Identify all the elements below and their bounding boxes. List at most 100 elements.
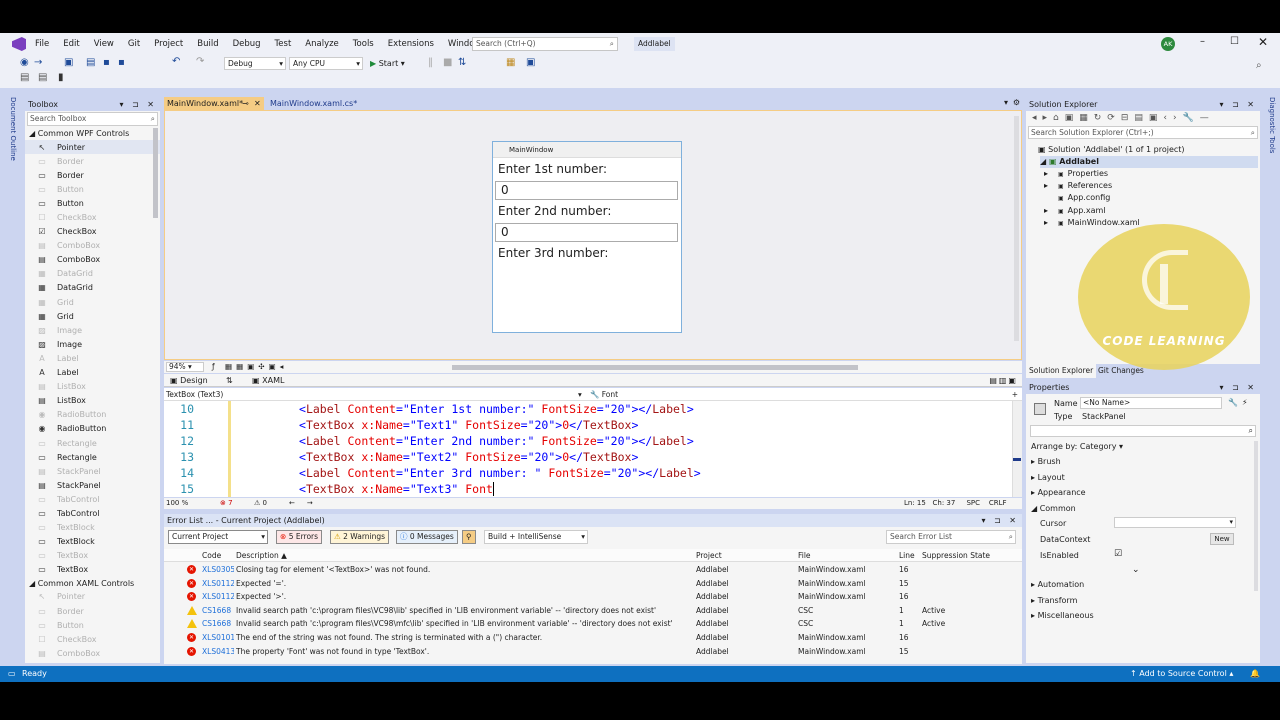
panel-controls[interactable]: ▾ ⊐ ✕: [981, 514, 1019, 527]
menu-project[interactable]: Project: [147, 39, 190, 49]
toolbox-item-stackpanel[interactable]: ▤ StackPanel: [25, 464, 160, 478]
expand-arrow-icon[interactable]: ▸: [1044, 205, 1058, 217]
menu-file[interactable]: File: [28, 39, 56, 49]
notification-icon[interactable]: 🔔: [1250, 666, 1260, 682]
menu-git[interactable]: Git: [121, 39, 147, 49]
menu-test[interactable]: Test: [268, 39, 299, 49]
errors-filter-button[interactable]: ⊗ 5 Errors: [276, 530, 323, 544]
category-brush[interactable]: ▸ Brush: [1031, 457, 1061, 466]
solution-item-mainwindow-xaml[interactable]: ▸ ▣ MainWindow.xaml: [1044, 217, 1140, 229]
toolbox-item-stackpanel[interactable]: ▤ StackPanel: [25, 478, 160, 492]
toolbox-item-border[interactable]: ▭ Border: [25, 604, 160, 618]
solution-item-app-xaml[interactable]: ▸ ▣ App.xaml: [1044, 205, 1106, 217]
solution-item-app-config[interactable]: ▣ App.config: [1044, 192, 1110, 204]
toolbox-item-checkbox[interactable]: ☐ CheckBox: [25, 632, 160, 646]
toolbox-item-listbox[interactable]: ▤ ListBox: [25, 394, 160, 408]
toolbox-item-datagrid[interactable]: ▦ DataGrid: [25, 281, 160, 295]
design-tab[interactable]: ▣ Design: [170, 374, 208, 387]
toolbox-item-image[interactable]: ▨ Image: [25, 337, 160, 351]
undo-icon[interactable]: ↶: [172, 56, 180, 67]
panel-controls[interactable]: ▾ ⊐ ✕: [119, 98, 157, 111]
add-icon[interactable]: +: [1012, 388, 1018, 401]
save-icon[interactable]: ▪: [103, 57, 110, 68]
category-automation[interactable]: ▸ Automation: [1031, 580, 1084, 589]
error-search-input[interactable]: Search Error List ⌕: [886, 530, 1016, 544]
toolbox-scrollbar[interactable]: [153, 128, 158, 218]
solution-explorer-toolbar[interactable]: ◂▸⌂▣▦↻⟳⊟▤▣‹›🔧—: [1026, 111, 1260, 126]
menu-analyze[interactable]: Analyze: [298, 39, 346, 49]
error-row[interactable]: CS1668 Invalid search path 'c:\program fi…: [164, 617, 1022, 631]
toolbox-item-radiobutton[interactable]: ◉ RadioButton: [25, 408, 160, 422]
error-code[interactable]: CS1668: [202, 604, 234, 618]
properties-search[interactable]: ⌕: [1030, 425, 1256, 437]
code-line[interactable]: <Label Content="Enter 1st number:" FontS…: [299, 402, 694, 416]
solution-node[interactable]: ▣ Solution 'Addlabel' (1 of 1 project): [1038, 144, 1185, 156]
xaml-tab[interactable]: ▣ XAML: [252, 374, 284, 387]
toolbox-item-grid[interactable]: ▦ Grid: [25, 295, 160, 309]
toolbox-item-datagrid[interactable]: ▦ DataGrid: [25, 267, 160, 281]
toolbox-item-textbox[interactable]: ▭ TextBox: [25, 549, 160, 563]
editor-error-count[interactable]: ⊗ 7: [220, 498, 233, 509]
error-row[interactable]: CS1668 Invalid search path 'c:\program fi…: [164, 604, 1022, 618]
new-project-icon[interactable]: ▣: [64, 57, 73, 68]
user-avatar[interactable]: AK: [1161, 37, 1175, 51]
category-layout[interactable]: ▸ Layout: [1031, 473, 1065, 482]
member-breadcrumb[interactable]: 🔧 Font: [590, 388, 618, 401]
stop-icon[interactable]: ■: [443, 57, 452, 68]
swap-icon[interactable]: ⇅: [226, 374, 233, 387]
close-icon[interactable]: ✕: [254, 97, 261, 110]
toolbox-item-combobox[interactable]: ▤ ComboBox: [25, 646, 160, 660]
category-appearance[interactable]: ▸ Appearance: [1031, 488, 1086, 497]
code-line[interactable]: <Label Content="Enter 3rd number: " Font…: [299, 466, 701, 480]
properties-tool-icons[interactable]: 🔧⚡: [1228, 398, 1252, 407]
column-suppression[interactable]: Suppression State: [922, 549, 990, 562]
menu-edit[interactable]: Edit: [56, 39, 86, 49]
feedback-icon[interactable]: ⌕: [1256, 60, 1262, 71]
error-code[interactable]: CS1668: [202, 617, 234, 631]
editor-zoom[interactable]: 100 %: [166, 498, 188, 509]
filter-toggle-button[interactable]: ⚲: [462, 530, 476, 544]
editor-scrollbar[interactable]: [1012, 401, 1022, 497]
textbox-1[interactable]: 0: [495, 181, 678, 200]
step-icon[interactable]: ⇅: [458, 57, 466, 68]
error-row[interactable]: ✕ XLS0413 The property 'Font' was not foun…: [164, 645, 1022, 659]
pin-icon[interactable]: ⊸: [242, 97, 249, 110]
toolbox-item-textblock[interactable]: ▭ TextBlock: [25, 535, 160, 549]
toolbox-item-checkbox[interactable]: ☑ CheckBox: [25, 225, 160, 239]
settings-icon[interactable]: ⚙: [1013, 98, 1020, 107]
category-transform[interactable]: ▸ Transform: [1031, 596, 1077, 605]
tab-mainwindow-xaml-cs[interactable]: MainWindow.xaml.cs*: [267, 97, 377, 110]
open-icon[interactable]: ▤: [86, 57, 95, 68]
chevron-down-icon[interactable]: ▾: [578, 388, 582, 401]
search-box[interactable]: Search (Ctrl+Q) ⌕: [472, 37, 618, 51]
close-button[interactable]: ✕: [1258, 35, 1268, 49]
panel-controls[interactable]: ▾ ⊐ ✕: [1219, 98, 1257, 111]
code-line[interactable]: <TextBox x:Name="Text1" FontSize="20">0<…: [299, 418, 638, 432]
error-code[interactable]: XLS0112: [202, 577, 234, 591]
category-common[interactable]: ◢ Common: [1031, 504, 1076, 513]
wpf-window-preview[interactable]: MainWindow Enter 1st number: 0 Enter 2nd…: [492, 141, 682, 333]
datacontext-new-button[interactable]: New: [1210, 533, 1234, 545]
nav-arrows[interactable]: ←→: [289, 498, 325, 509]
error-row[interactable]: ✕ XLS0305 Closing tag for element '<TextBo…: [164, 563, 1022, 577]
toolbox-item-pointer[interactable]: ↖ Pointer: [25, 140, 160, 155]
properties-scrollbar[interactable]: [1254, 441, 1258, 591]
config-dropdown[interactable]: Debug ▾: [224, 57, 286, 70]
toolbox-item-button[interactable]: ▭ Button: [25, 182, 160, 196]
code-line[interactable]: <Label Content="Enter 2nd number:" FontS…: [299, 434, 694, 448]
menu-tools[interactable]: Tools: [346, 39, 381, 49]
error-code[interactable]: XLS0413: [202, 645, 234, 659]
toolbox-item-label[interactable]: A Label: [25, 351, 160, 365]
error-code[interactable]: XLS0305: [202, 563, 234, 577]
toolbox-item-checkbox[interactable]: ☐ CheckBox: [25, 210, 160, 224]
add-to-source-control[interactable]: ↑ Add to Source Control ▴: [1130, 666, 1233, 682]
toolbox-item-combobox[interactable]: ▤ ComboBox: [25, 239, 160, 253]
menu-extensions[interactable]: Extensions: [381, 39, 441, 49]
menu-build[interactable]: Build: [190, 39, 225, 49]
toolbar-icon[interactable]: ▣: [526, 57, 535, 68]
arrange-by-dropdown[interactable]: Arrange by: Category ▾: [1031, 442, 1123, 451]
toolbox-item-radiobutton[interactable]: ◉ RadioButton: [25, 422, 160, 436]
expand-chevron-icon[interactable]: ⌄: [1132, 565, 1140, 575]
expand-arrow-icon[interactable]: ▸: [1044, 180, 1058, 192]
toolbox-search[interactable]: Search Toolbox ⌕: [27, 112, 158, 126]
